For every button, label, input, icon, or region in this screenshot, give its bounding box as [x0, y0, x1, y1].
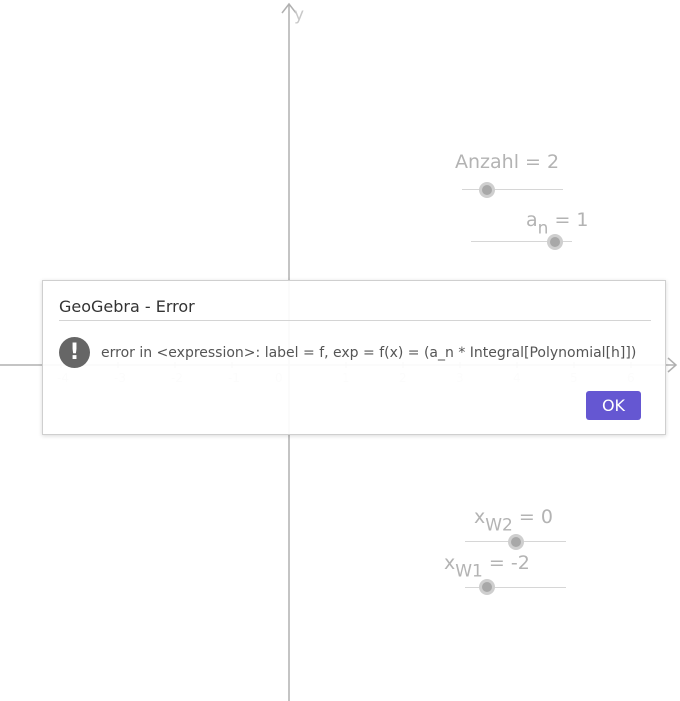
slider-track-anzahl[interactable] [462, 189, 563, 190]
slider-knob-anzahl[interactable] [479, 182, 495, 198]
slider-knob-a-n[interactable] [547, 234, 563, 250]
dialog-divider [59, 320, 651, 321]
dialog-title: GeoGebra - Error [59, 297, 195, 316]
error-dialog: GeoGebra - Error ! error in <expression>… [42, 280, 666, 435]
slider-knob-x-w2[interactable] [508, 534, 524, 550]
y-axis-label: y [294, 5, 304, 25]
exclamation-icon: ! [59, 337, 90, 368]
slider-knob-x-w1[interactable] [479, 579, 495, 595]
ok-button[interactable]: OK [586, 391, 641, 420]
slider-label-x-w2: xW2 = 0 [474, 506, 553, 536]
error-message: error in <expression>: label = f, exp = … [101, 345, 637, 361]
slider-label-anzahl: Anzahl = 2 [455, 151, 560, 173]
slider-label-x-w1: xW1 = -2 [444, 552, 530, 582]
